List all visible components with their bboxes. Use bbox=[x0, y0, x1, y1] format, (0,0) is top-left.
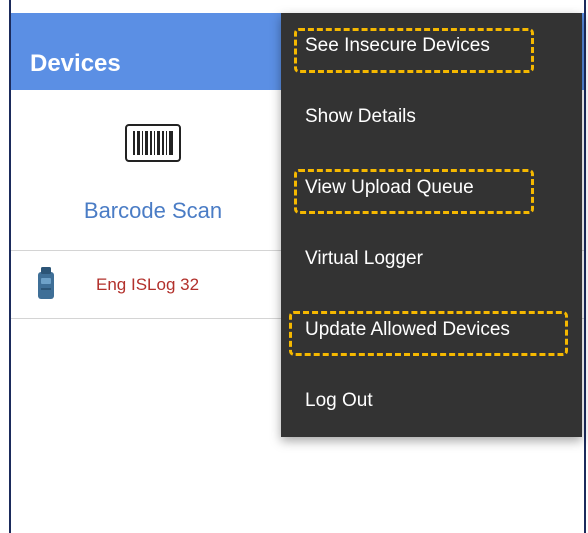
barcode-scan-button[interactable]: Barcode Scan bbox=[71, 110, 231, 240]
menu-item-update-allowed-devices[interactable]: Update Allowed Devices bbox=[281, 297, 582, 367]
page-title: Devices bbox=[30, 50, 121, 77]
menu-item-view-upload-queue[interactable]: View Upload Queue bbox=[281, 155, 582, 225]
menu-item-label: Show Details bbox=[305, 106, 416, 127]
menu-item-label: Virtual Logger bbox=[305, 248, 423, 269]
menu-item-see-insecure-devices[interactable]: See Insecure Devices bbox=[281, 13, 582, 83]
menu-item-label: Log Out bbox=[305, 390, 373, 411]
barcode-icon bbox=[125, 124, 181, 162]
barcode-scan-label: Barcode Scan bbox=[83, 198, 223, 223]
logger-device-icon bbox=[38, 267, 54, 299]
menu-item-label: See Insecure Devices bbox=[305, 35, 490, 56]
menu-item-label: View Upload Queue bbox=[305, 177, 474, 198]
device-name: Eng ISLog 32 bbox=[96, 275, 200, 294]
menu-item-log-out[interactable]: Log Out bbox=[281, 368, 582, 438]
menu-item-label: Update Allowed Devices bbox=[305, 319, 510, 340]
overflow-menu: See Insecure Devices Show Details View U… bbox=[281, 13, 582, 437]
menu-item-virtual-logger[interactable]: Virtual Logger bbox=[281, 226, 582, 296]
menu-item-show-details[interactable]: Show Details bbox=[281, 84, 582, 154]
